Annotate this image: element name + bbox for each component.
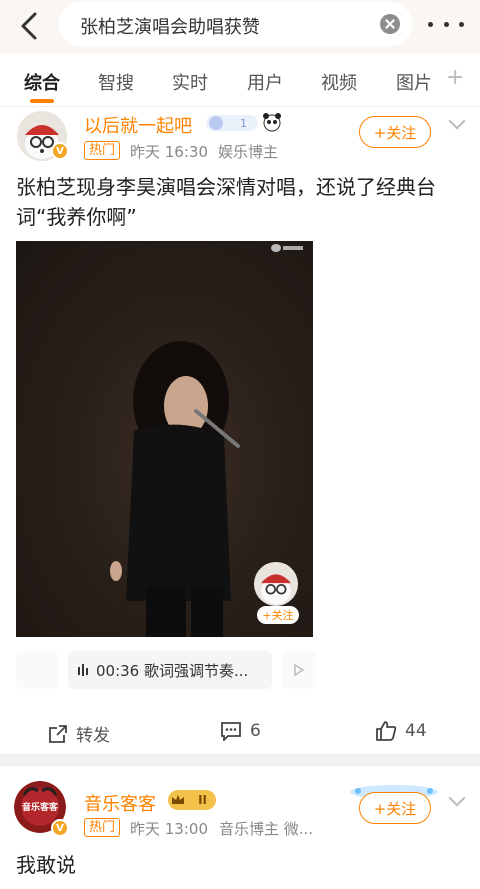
tab-realtime[interactable]: 实时 [172,69,208,95]
cartoon-avatar-icon [254,562,298,606]
add-tab-icon[interactable]: + [446,65,464,90]
active-tab-indicator [30,99,54,103]
back-button[interactable] [12,9,46,43]
tab-users[interactable]: 用户 [247,69,283,95]
hot-tag: 热门 [84,141,121,160]
share-icon [49,724,67,743]
clear-search-icon[interactable] [380,14,400,34]
audio-caption: 歌词强调节奏... [144,662,249,680]
author-role: 音乐博主 微... [219,820,314,838]
comment-count: 6 [250,721,261,741]
post-separator [0,754,480,766]
post-actions: 转发 6 44 [0,713,480,753]
back-arrow-icon [21,12,37,40]
crown-icon [172,795,184,804]
post-time: 昨天 16:30 [130,143,208,161]
chevron-down-icon[interactable] [448,112,466,130]
tab-comprehensive[interactable]: 综合 [24,69,60,95]
verified-badge-icon: V [51,142,69,160]
comment-icon [221,722,241,741]
audio-time: 00:36 [96,662,140,680]
search-query: 张柏芝演唱会助唱获赞 [80,17,260,38]
like-count: 44 [405,721,427,741]
tab-smart-search[interactable]: 智搜 [98,69,134,95]
post-text[interactable]: 张柏芝现身李昊演唱会深情对唱，还说了经典台词“我养你啊” [16,172,466,232]
divider [0,106,480,107]
play-icon [294,664,304,676]
search-tabs: 综合 智搜 实时 用户 视频 图片 + [0,53,480,106]
audio-prev-card [16,651,58,689]
tab-images[interactable]: 图片 [396,69,432,95]
author-name[interactable]: 音乐客客 [84,790,156,816]
search-input[interactable]: 张柏芝演唱会助唱获赞 [58,2,412,46]
search-header: 张柏芝演唱会助唱获赞 [0,0,480,53]
thumbs-up-icon [376,721,397,741]
level-badge-icon: 1 [206,115,258,131]
follow-button[interactable]: +关注 [359,116,431,148]
repost-button[interactable]: 转发 [48,721,110,746]
comment-button[interactable]: 6 [220,721,261,741]
follow-button[interactable]: +关注 [359,792,431,824]
audio-label: 00:36 歌词强调节奏... [96,660,248,681]
video-overlay-avatar[interactable] [254,562,298,606]
author-role: 娱乐博主 [218,143,279,161]
repost-label: 转发 [76,726,110,746]
video-follow-button[interactable]: +关注 [257,606,299,624]
chevron-down-icon[interactable] [448,789,466,807]
svg-text:1: 1 [240,117,247,130]
level-text: II [198,793,207,807]
post-text[interactable]: 我敢说 [16,850,466,880]
hot-tag: 热门 [84,818,121,837]
audio-wave-icon [78,664,88,676]
post-time: 昨天 13:00 [130,820,208,838]
avatar-text: 音乐客客 [21,803,58,813]
like-button[interactable]: 44 [375,721,427,741]
author-name[interactable]: 以后就一起吧 [84,112,192,138]
tab-video[interactable]: 视频 [321,69,357,95]
audio-lyrics-bar[interactable]: 00:36 歌词强调节奏... [68,651,272,689]
panda-icon [263,113,281,132]
audio-next-card[interactable] [282,651,316,689]
verified-badge-icon: V [51,819,69,837]
level-badge: II [168,790,216,810]
more-options-icon[interactable] [428,16,464,32]
